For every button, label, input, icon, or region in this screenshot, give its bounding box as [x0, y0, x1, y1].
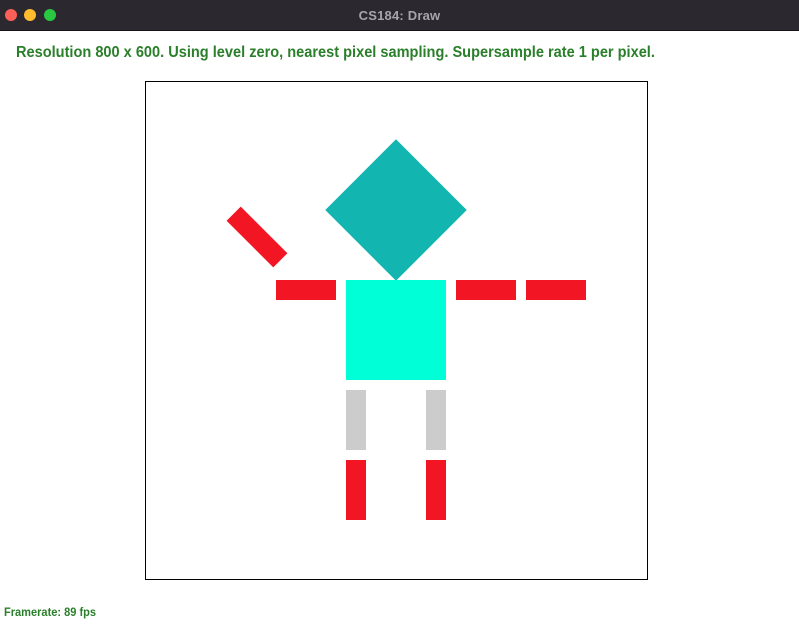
left-thigh	[346, 390, 366, 450]
drawing-canvas[interactable]	[145, 81, 648, 580]
framerate-text: Framerate: 89 fps	[4, 605, 97, 619]
right-forearm	[526, 280, 586, 300]
head-diamond	[325, 139, 467, 281]
left-upper-arm	[276, 280, 336, 300]
left-shin	[346, 460, 366, 520]
title-bar[interactable]: CS184: Draw	[0, 0, 799, 31]
window-title: CS184: Draw	[358, 8, 441, 23]
right-upper-arm	[456, 280, 516, 300]
status-text: Resolution 800 x 600. Using level zero, …	[16, 44, 655, 61]
app-window: CS184: Draw Resolution 800 x 600. Using …	[0, 0, 799, 629]
left-forearm-diagonal	[226, 206, 288, 268]
body-square	[346, 280, 446, 380]
right-shin	[426, 460, 446, 520]
right-thigh	[426, 390, 446, 450]
